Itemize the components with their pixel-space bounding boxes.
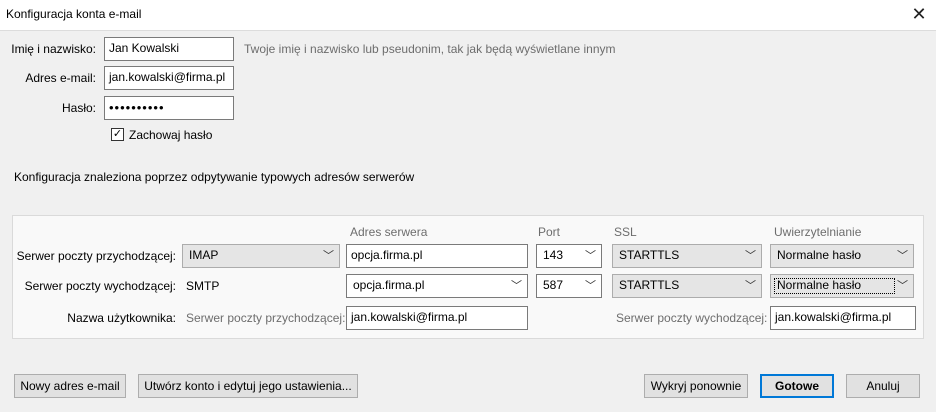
chevron-down-icon: ﹀ bbox=[745, 250, 756, 262]
incoming-ssl-select[interactable]: STARTTLS ﹀ bbox=[612, 244, 762, 268]
cancel-button[interactable]: Anuluj bbox=[846, 374, 920, 398]
outgoing-address-select[interactable]: opcja.firma.pl ﹀ bbox=[346, 274, 528, 298]
focus-outline bbox=[774, 278, 895, 294]
incoming-ssl-value: STARTTLS bbox=[619, 248, 680, 262]
window-title: Konfiguracja konta e-mail bbox=[6, 7, 142, 21]
username-label: Nazwa użytkownika: bbox=[67, 311, 176, 325]
incoming-protocol-select[interactable]: IMAP ﹀ bbox=[182, 244, 340, 268]
advanced-config-button[interactable]: Utwórz konto i edytuj jego ustawienia... bbox=[138, 374, 358, 398]
outgoing-address-value: opcja.firma.pl bbox=[353, 278, 425, 292]
incoming-port-select[interactable]: 143 ﹀ bbox=[536, 244, 602, 268]
incoming-address-input[interactable]: opcja.firma.pl bbox=[346, 244, 528, 268]
incoming-port-value: 143 bbox=[543, 248, 564, 262]
name-label: Imię i nazwisko: bbox=[11, 42, 96, 56]
config-status-text: Konfiguracja znaleziona poprzez odpytywa… bbox=[14, 170, 415, 184]
chevron-down-icon: ﹀ bbox=[745, 280, 756, 292]
outgoing-protocol-label: SMTP bbox=[186, 279, 220, 293]
outgoing-ssl-value: STARTTLS bbox=[619, 278, 680, 292]
incoming-protocol-value: IMAP bbox=[189, 248, 219, 262]
done-button[interactable]: Gotowe bbox=[760, 374, 834, 398]
email-input[interactable]: jan.kowalski@firma.pl bbox=[104, 66, 234, 90]
incoming-server-label: Serwer poczty przychodzącej: bbox=[16, 249, 176, 263]
chevron-down-icon: ﹀ bbox=[897, 250, 908, 262]
outgoing-auth-select[interactable]: Normalne hasło ﹀ bbox=[770, 274, 914, 298]
remember-password-checkbox[interactable]: ✓ bbox=[111, 128, 124, 141]
outgoing-port-value: 587 bbox=[543, 278, 564, 292]
header-auth: Uwierzytelnianie bbox=[774, 225, 862, 239]
chevron-down-icon: ﹀ bbox=[323, 250, 334, 262]
outgoing-username-input[interactable]: jan.kowalski@firma.pl bbox=[770, 306, 916, 330]
outgoing-ssl-select[interactable]: STARTTLS ﹀ bbox=[612, 274, 762, 298]
header-ssl: SSL bbox=[614, 225, 637, 239]
close-icon[interactable]: ✕ bbox=[908, 4, 930, 26]
chevron-down-icon: ﹀ bbox=[897, 280, 908, 292]
header-server-address: Adres serwera bbox=[350, 225, 428, 239]
name-hint: Twoje imię i nazwisko lub pseudonim, tak… bbox=[244, 42, 616, 56]
chevron-down-icon: ﹀ bbox=[585, 280, 596, 292]
email-label: Adres e-mail: bbox=[25, 71, 96, 85]
chevron-down-icon: ﹀ bbox=[511, 280, 522, 292]
outgoing-port-select[interactable]: 587 ﹀ bbox=[536, 274, 602, 298]
retest-button[interactable]: Wykryj ponownie bbox=[644, 374, 748, 398]
new-email-button[interactable]: Nowy adres e-mail bbox=[14, 374, 126, 398]
name-input[interactable]: Jan Kowalski bbox=[104, 37, 234, 61]
password-label: Hasło: bbox=[61, 101, 96, 115]
chevron-down-icon: ﹀ bbox=[585, 250, 596, 262]
username-incoming-label: Serwer poczty przychodzącej: bbox=[186, 311, 346, 325]
remember-password-label[interactable]: Zachowaj hasło bbox=[129, 128, 212, 142]
title-divider bbox=[0, 30, 936, 31]
header-port: Port bbox=[538, 225, 561, 239]
outgoing-server-label: Serwer poczty wychodzącej: bbox=[24, 279, 176, 293]
incoming-auth-value: Normalne hasło bbox=[777, 248, 862, 262]
password-input[interactable]: •••••••••• bbox=[104, 96, 234, 120]
incoming-auth-select[interactable]: Normalne hasło ﹀ bbox=[770, 244, 914, 268]
username-outgoing-label: Serwer poczty wychodzącej: bbox=[616, 311, 768, 325]
incoming-username-input[interactable]: jan.kowalski@firma.pl bbox=[346, 306, 528, 330]
